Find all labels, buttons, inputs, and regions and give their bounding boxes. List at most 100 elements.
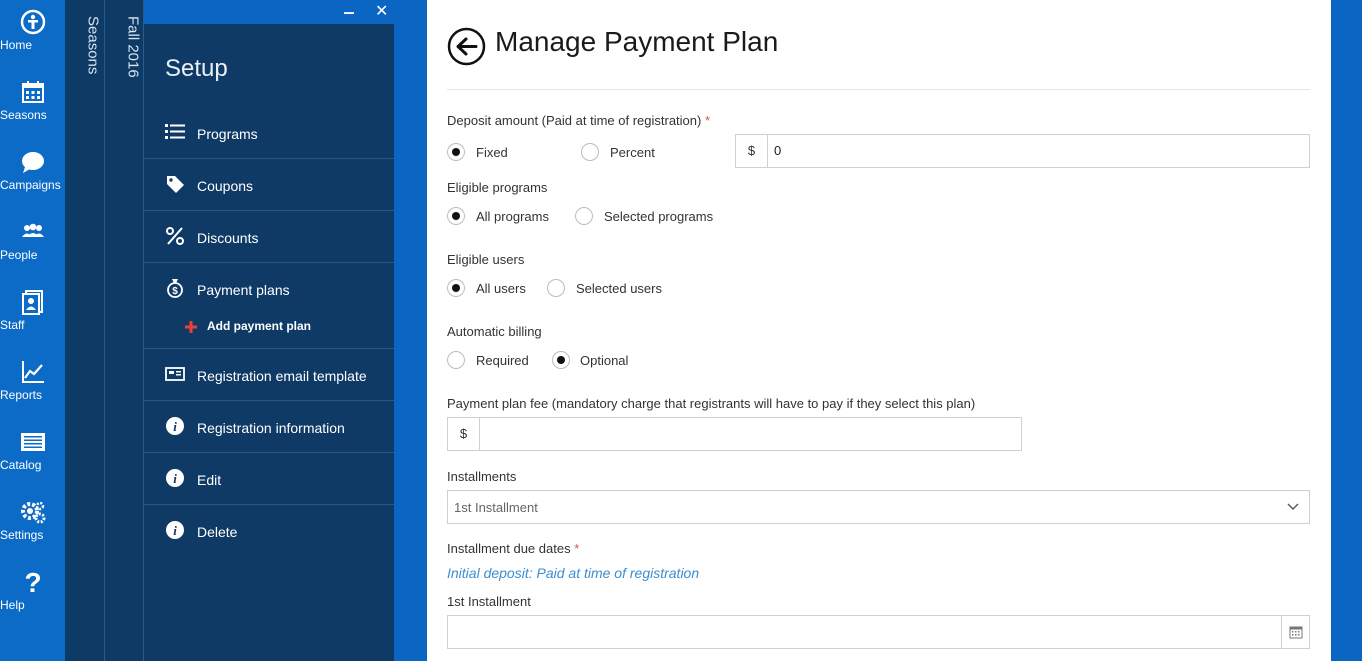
svg-text:$: $ <box>172 286 178 297</box>
deposit-percent-label: Percent <box>610 145 655 160</box>
money-bag-icon: $ <box>167 279 183 298</box>
nav-home[interactable]: Home <box>0 0 65 70</box>
seasons-panel-collapsed[interactable]: Seasons <box>65 0 105 661</box>
currency-addon: $ <box>736 135 768 167</box>
seasons-panel-label: Seasons <box>84 16 102 75</box>
installments-select[interactable]: 1st Installment <box>447 490 1310 524</box>
selected-users-label: Selected users <box>576 281 662 296</box>
chevron-down-icon <box>1287 503 1299 510</box>
main-content: Manage Payment Plan Deposit amount (Paid… <box>427 0 1331 661</box>
required-mark: * <box>574 541 580 556</box>
chart-icon <box>21 361 44 383</box>
back-arrow-icon[interactable] <box>447 27 486 66</box>
nav-catalog[interactable]: Catalog <box>0 420 65 490</box>
all-users-radio[interactable] <box>447 279 465 297</box>
left-nav-rail: Home Seasons Campaigns People Staff Repo… <box>0 0 65 661</box>
menu-item-label: Registration information <box>197 420 345 436</box>
menu-item-registration-information[interactable]: i Registration information <box>144 401 394 453</box>
billing-required-radio[interactable] <box>447 351 465 369</box>
nav-seasons-label: Seasons <box>0 108 47 122</box>
payment-plan-fee-field[interactable]: $ <box>447 417 1022 451</box>
setup-title: Setup <box>165 55 228 82</box>
nav-campaigns-label: Campaigns <box>0 178 61 192</box>
menu-item-registration-email-template[interactable]: Registration email template <box>144 349 394 401</box>
deposit-label: Deposit amount (Paid at time of registra… <box>447 113 702 128</box>
deposit-label-group: Deposit amount (Paid at time of registra… <box>447 113 710 128</box>
nav-staff-label: Staff <box>0 318 25 332</box>
nav-reports[interactable]: Reports <box>0 350 65 420</box>
email-template-icon <box>165 367 185 381</box>
menu-item-payment-plans[interactable]: $ Payment plans Add payment plan <box>144 263 394 349</box>
automatic-billing-label: Automatic billing <box>447 324 542 339</box>
menu-item-label: Registration email template <box>197 368 367 384</box>
nav-staff[interactable]: Staff <box>0 280 65 350</box>
first-installment-date-field[interactable] <box>447 615 1310 649</box>
eligible-programs-label: Eligible programs <box>447 180 548 195</box>
setup-menu: Programs Coupons Discounts $ Payment pla… <box>144 107 394 557</box>
info-icon: i <box>166 521 184 539</box>
list-icon <box>165 124 185 139</box>
percent-icon <box>166 227 184 245</box>
deposit-amount-value[interactable]: 0 <box>774 135 781 167</box>
nav-reports-label: Reports <box>0 388 43 402</box>
deposit-percent-radio[interactable] <box>581 143 599 161</box>
catalog-icon <box>20 433 45 451</box>
calendar-icon <box>1289 626 1303 639</box>
nav-help-label: Help <box>0 598 25 612</box>
deposit-amount-field[interactable]: $ 0 <box>735 134 1310 168</box>
selected-users-radio[interactable] <box>547 279 565 297</box>
nav-campaigns[interactable]: Campaigns <box>0 140 65 210</box>
all-programs-radio[interactable] <box>447 207 465 225</box>
due-dates-label-group: Installment due dates * <box>447 541 579 556</box>
help-icon: ? <box>24 569 41 595</box>
setup-panel-header-bar: ‒ ✕ <box>144 0 394 24</box>
selected-programs-label: Selected programs <box>604 209 714 224</box>
season-panel-collapsed[interactable]: Fall 2016 <box>105 0 144 661</box>
svg-text:?: ? <box>24 569 41 595</box>
deposit-fixed-radio[interactable] <box>447 143 465 161</box>
all-programs-label: All programs <box>476 209 549 224</box>
page-title: Manage Payment Plan <box>495 26 779 57</box>
nav-settings-label: Settings <box>0 528 44 542</box>
svg-text:i: i <box>173 419 177 434</box>
close-button[interactable]: ✕ <box>375 2 388 22</box>
billing-optional-label: Optional <box>580 353 629 368</box>
info-icon: i <box>166 469 184 487</box>
required-mark: * <box>704 113 711 128</box>
nav-help[interactable]: ? Help <box>0 560 65 630</box>
plus-icon <box>185 321 197 333</box>
minimize-button[interactable]: ‒ <box>344 2 354 22</box>
nav-settings[interactable]: Settings <box>0 490 65 560</box>
menu-item-edit[interactable]: i Edit <box>144 453 394 505</box>
menu-item-programs[interactable]: Programs <box>144 107 394 159</box>
nav-seasons[interactable]: Seasons <box>0 70 65 140</box>
eligible-users-label: Eligible users <box>447 252 525 267</box>
info-icon: i <box>166 417 184 435</box>
date-picker-button[interactable] <box>1281 616 1309 648</box>
svg-text:i: i <box>173 471 177 486</box>
menu-item-label: Payment plans <box>197 282 290 298</box>
nav-people[interactable]: People <box>0 210 65 280</box>
first-installment-label: 1st Installment <box>447 594 531 609</box>
menu-item-delete[interactable]: i Delete <box>144 505 394 557</box>
svg-text:i: i <box>173 523 177 538</box>
menu-item-discounts[interactable]: Discounts <box>144 211 394 263</box>
nav-home-label: Home <box>0 38 33 52</box>
menu-item-label: Programs <box>197 126 258 142</box>
staff-icon <box>21 290 43 315</box>
menu-item-label: Edit <box>197 472 222 488</box>
season-panel-label: Fall 2016 <box>124 16 142 78</box>
menu-item-coupons[interactable]: Coupons <box>144 159 394 211</box>
billing-required-label: Required <box>476 353 529 368</box>
menu-item-label: Coupons <box>197 178 254 194</box>
installments-selected-value: 1st Installment <box>454 500 538 515</box>
gear-icon <box>20 501 45 524</box>
all-users-label: All users <box>476 281 526 296</box>
billing-optional-radio[interactable] <box>552 351 570 369</box>
due-dates-label: Installment due dates <box>447 541 571 556</box>
selected-programs-radio[interactable] <box>575 207 593 225</box>
add-payment-plan-label: Add payment plan <box>207 319 312 333</box>
title-divider <box>447 89 1310 90</box>
people-icon <box>21 223 44 237</box>
home-icon <box>20 9 45 35</box>
